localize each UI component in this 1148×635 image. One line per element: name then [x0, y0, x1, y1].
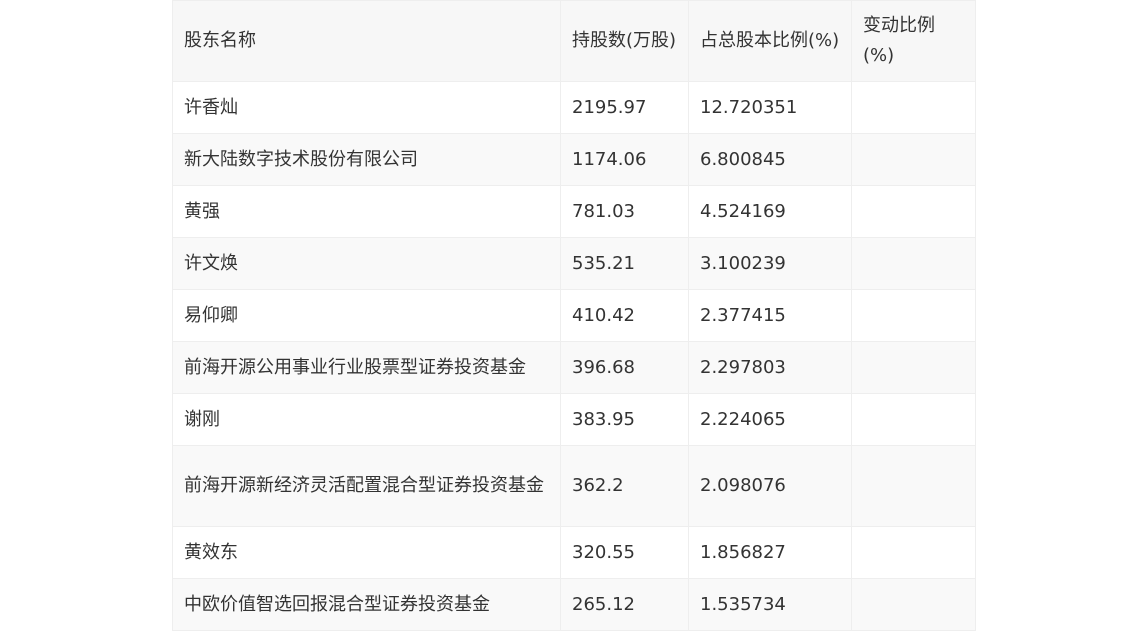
cell-shares-held: 362.2	[560, 445, 689, 527]
cell-change-ratio	[851, 445, 976, 527]
cell-shares-held: 396.68	[560, 341, 689, 394]
table-row: 新大陆数字技术股份有限公司 1174.06 6.800845	[172, 133, 976, 186]
cell-share-ratio: 6.800845	[688, 133, 852, 186]
cell-change-ratio	[851, 393, 976, 446]
cell-shares-held: 1174.06	[560, 133, 689, 186]
header-share-ratio: 占总股本比例(%)	[688, 0, 852, 82]
cell-change-ratio	[851, 81, 976, 134]
cell-change-ratio	[851, 185, 976, 238]
header-shares-held: 持股数(万股)	[560, 0, 689, 82]
table-row: 许香灿 2195.97 12.720351	[172, 81, 976, 134]
cell-share-ratio: 2.098076	[688, 445, 852, 527]
cell-shareholder-name: 许香灿	[172, 81, 561, 134]
cell-shareholder-name: 黄效东	[172, 526, 561, 579]
cell-change-ratio	[851, 578, 976, 631]
cell-shares-held: 535.21	[560, 237, 689, 290]
table-row: 黄效东 320.55 1.856827	[172, 526, 976, 579]
cell-shareholder-name: 谢刚	[172, 393, 561, 446]
header-shareholder-name: 股东名称	[172, 0, 561, 82]
cell-change-ratio	[851, 341, 976, 394]
cell-share-ratio: 1.535734	[688, 578, 852, 631]
cell-shares-held: 320.55	[560, 526, 689, 579]
table-header-row: 股东名称 持股数(万股) 占总股本比例(%) 变动比例(%)	[172, 0, 976, 82]
cell-share-ratio: 2.377415	[688, 289, 852, 342]
table-row: 谢刚 383.95 2.224065	[172, 393, 976, 446]
table-row: 中欧价值智选回报混合型证券投资基金 265.12 1.535734	[172, 578, 976, 631]
cell-shareholder-name: 黄强	[172, 185, 561, 238]
table-row: 易仰卿 410.42 2.377415	[172, 289, 976, 342]
cell-share-ratio: 1.856827	[688, 526, 852, 579]
cell-shares-held: 781.03	[560, 185, 689, 238]
cell-share-ratio: 4.524169	[688, 185, 852, 238]
cell-shareholder-name: 新大陆数字技术股份有限公司	[172, 133, 561, 186]
cell-shareholder-name: 前海开源新经济灵活配置混合型证券投资基金	[172, 445, 561, 527]
table-row: 前海开源公用事业行业股票型证券投资基金 396.68 2.297803	[172, 341, 976, 394]
cell-shareholder-name: 易仰卿	[172, 289, 561, 342]
cell-shares-held: 383.95	[560, 393, 689, 446]
cell-shareholder-name: 中欧价值智选回报混合型证券投资基金	[172, 578, 561, 631]
table-row: 前海开源新经济灵活配置混合型证券投资基金 362.2 2.098076	[172, 445, 976, 527]
cell-share-ratio: 12.720351	[688, 81, 852, 134]
cell-share-ratio: 2.297803	[688, 341, 852, 394]
header-change-ratio: 变动比例(%)	[851, 0, 976, 82]
shareholder-table: 股东名称 持股数(万股) 占总股本比例(%) 变动比例(%) 许香灿 2195.…	[172, 0, 976, 631]
cell-shareholder-name: 前海开源公用事业行业股票型证券投资基金	[172, 341, 561, 394]
cell-share-ratio: 2.224065	[688, 393, 852, 446]
cell-change-ratio	[851, 526, 976, 579]
shareholder-table-container: 股东名称 持股数(万股) 占总股本比例(%) 变动比例(%) 许香灿 2195.…	[172, 0, 976, 631]
cell-shares-held: 265.12	[560, 578, 689, 631]
table-row: 黄强 781.03 4.524169	[172, 185, 976, 238]
cell-change-ratio	[851, 133, 976, 186]
cell-shareholder-name: 许文焕	[172, 237, 561, 290]
cell-shares-held: 2195.97	[560, 81, 689, 134]
cell-change-ratio	[851, 289, 976, 342]
cell-change-ratio	[851, 237, 976, 290]
table-row: 许文焕 535.21 3.100239	[172, 237, 976, 290]
cell-shares-held: 410.42	[560, 289, 689, 342]
cell-share-ratio: 3.100239	[688, 237, 852, 290]
